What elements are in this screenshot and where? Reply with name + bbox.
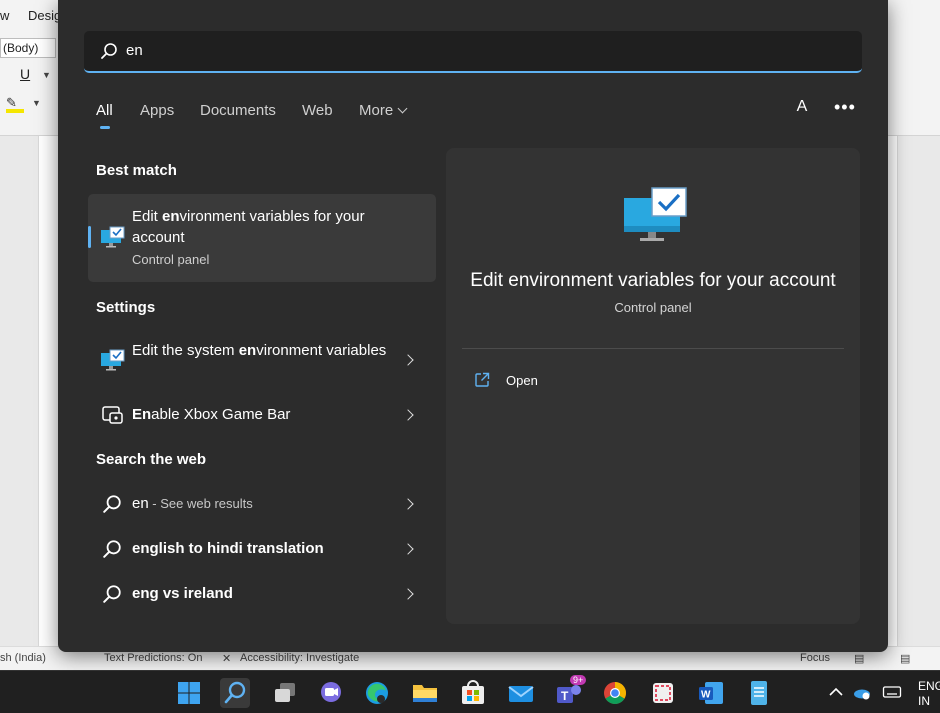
chevron-right-icon bbox=[402, 498, 414, 510]
task-view-icon[interactable] bbox=[270, 678, 300, 708]
open-external-icon bbox=[475, 372, 490, 387]
web-result-english-hindi[interactable]: english to hindi translation bbox=[88, 534, 436, 564]
web-result-en[interactable]: en - See web results bbox=[88, 489, 436, 519]
web-result-eng-ireland[interactable]: eng vs ireland bbox=[88, 579, 436, 609]
monitor-check-icon bbox=[101, 349, 125, 371]
chevron-down-icon[interactable]: ▼ bbox=[32, 98, 41, 108]
language-indicator[interactable]: ENG IN bbox=[918, 679, 940, 709]
svg-text:T: T bbox=[561, 689, 569, 703]
edge-icon[interactable] bbox=[362, 678, 392, 708]
accessibility-icon: ✕ bbox=[222, 653, 232, 665]
web-result-suffix: - See web results bbox=[148, 496, 253, 511]
teams-chat-icon[interactable] bbox=[316, 678, 346, 708]
keyboard-icon[interactable] bbox=[882, 683, 902, 701]
tab-all[interactable]: All bbox=[96, 102, 113, 119]
mail-icon[interactable] bbox=[506, 678, 536, 708]
monitor-check-icon bbox=[101, 226, 125, 248]
search-icon[interactable] bbox=[220, 678, 250, 708]
match-highlight: En bbox=[132, 406, 152, 423]
section-search-web: Search the web bbox=[96, 451, 207, 468]
microsoft-store-icon[interactable] bbox=[458, 678, 488, 708]
more-options-label: ••• bbox=[834, 97, 856, 117]
web-result-title: english to hindi translation bbox=[132, 538, 392, 559]
status-accessibility[interactable]: Accessibility: Investigate bbox=[240, 652, 359, 664]
best-match-subtitle: Control panel bbox=[132, 252, 210, 267]
web-result-title: eng vs ireland bbox=[132, 583, 392, 604]
settings-result-xbox-game-bar[interactable]: Enable Xbox Game Bar bbox=[88, 400, 436, 430]
chevron-right-icon bbox=[402, 588, 414, 600]
print-layout-icon[interactable]: ▤ bbox=[900, 652, 910, 665]
search-icon bbox=[103, 585, 121, 603]
taskbar: T 9+ W ENG IN bbox=[0, 670, 940, 713]
notification-badge: 9+ bbox=[570, 675, 587, 685]
highlight-icon[interactable]: ✎ bbox=[6, 95, 24, 113]
section-settings: Settings bbox=[96, 299, 156, 316]
onedrive-icon[interactable] bbox=[852, 683, 872, 701]
match-highlight: en bbox=[238, 342, 257, 359]
open-button[interactable]: Open bbox=[474, 370, 594, 394]
preview-pane: Edit environment variables for your acco… bbox=[446, 148, 860, 624]
web-query: english to hindi translation bbox=[132, 540, 324, 557]
open-label: Open bbox=[506, 373, 538, 388]
settings-result-system-env[interactable]: Edit the system environment variables bbox=[88, 334, 436, 386]
chevron-down-icon bbox=[397, 103, 408, 114]
chevron-right-icon bbox=[402, 543, 414, 555]
font-name-box[interactable]: (Body) bbox=[0, 38, 56, 58]
search-input[interactable]: en bbox=[84, 31, 862, 73]
tab-more[interactable]: More bbox=[359, 102, 408, 119]
tab-more-label: More bbox=[359, 102, 394, 119]
tab-documents[interactable]: Documents bbox=[200, 102, 276, 119]
status-focus[interactable]: Focus bbox=[800, 652, 830, 664]
web-query: en bbox=[132, 495, 149, 512]
title-part: able Xbox Game Bar bbox=[151, 406, 291, 423]
tab-web[interactable]: Web bbox=[302, 102, 333, 119]
title-part: Edit bbox=[132, 208, 163, 225]
preview-title: Edit environment variables for your acco… bbox=[470, 270, 836, 291]
chevron-up-icon[interactable] bbox=[826, 683, 846, 701]
word-tab-design[interactable]: Desig bbox=[28, 8, 61, 23]
settings-result-title: Edit the system environment variables bbox=[132, 340, 392, 361]
chevron-down-icon[interactable]: ▼ bbox=[42, 70, 51, 80]
account-avatar-button[interactable]: A bbox=[792, 98, 812, 118]
monitor-check-icon bbox=[624, 187, 687, 241]
title-part: vironment variables bbox=[256, 342, 387, 359]
notepad-icon[interactable] bbox=[744, 678, 774, 708]
more-options-button[interactable]: ••• bbox=[834, 97, 856, 118]
word-icon[interactable]: W bbox=[696, 678, 726, 708]
windows-start-icon[interactable] bbox=[174, 678, 204, 708]
selection-indicator bbox=[88, 226, 91, 248]
status-language[interactable]: sh (India) bbox=[0, 652, 46, 664]
best-match-title: Edit environment variables for your acco… bbox=[132, 206, 392, 248]
title-part: Edit the system bbox=[132, 342, 239, 359]
file-explorer-icon[interactable] bbox=[410, 678, 440, 708]
svg-text:W: W bbox=[701, 690, 711, 701]
search-query: en bbox=[126, 42, 143, 59]
word-tab-view[interactable]: w bbox=[0, 8, 9, 23]
web-query: eng vs ireland bbox=[132, 585, 233, 602]
search-icon bbox=[103, 540, 121, 558]
web-result-title: en - See web results bbox=[132, 493, 392, 514]
language-line-1: ENG bbox=[918, 679, 940, 693]
start-search-panel: en All Apps Documents Web More A ••• Bes… bbox=[58, 0, 888, 652]
section-best-match: Best match bbox=[96, 162, 177, 179]
search-icon bbox=[103, 495, 121, 513]
search-icon bbox=[101, 43, 117, 59]
best-match-result[interactable]: Edit environment variables for your acco… bbox=[88, 194, 436, 282]
snipping-tool-icon[interactable] bbox=[648, 678, 678, 708]
chrome-icon[interactable] bbox=[600, 678, 630, 708]
xbox-gamebar-icon bbox=[102, 406, 123, 424]
match-highlight: en bbox=[162, 208, 180, 225]
preview-subtitle: Control panel bbox=[614, 300, 692, 315]
chevron-right-icon bbox=[402, 354, 414, 366]
tab-apps[interactable]: Apps bbox=[140, 102, 174, 119]
read-mode-icon[interactable]: ▤ bbox=[854, 652, 864, 665]
divider bbox=[462, 348, 844, 349]
settings-result-title: Enable Xbox Game Bar bbox=[132, 404, 392, 425]
underline-button[interactable]: U bbox=[20, 66, 30, 82]
language-line-2: IN bbox=[918, 694, 930, 708]
chevron-right-icon bbox=[402, 409, 414, 421]
status-text-predictions[interactable]: Text Predictions: On bbox=[104, 652, 202, 664]
tab-active-indicator bbox=[100, 126, 110, 129]
